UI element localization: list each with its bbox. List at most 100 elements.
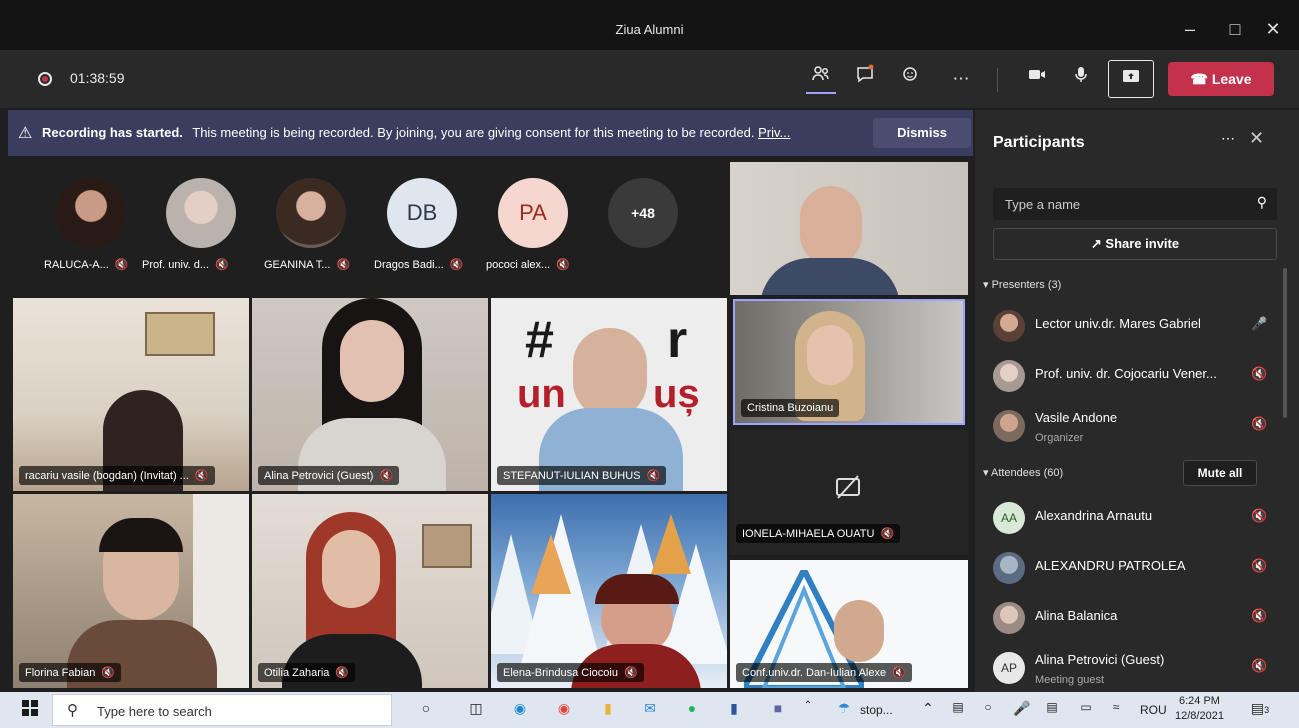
cortana-icon[interactable]: ○ [414, 700, 438, 716]
close-icon[interactable]: ✕ [1258, 14, 1288, 44]
weather-icon[interactable]: ☂ [832, 700, 856, 717]
reactions-icon[interactable] [896, 64, 926, 94]
meeting-toolbar: 01:38:59 ⋯ ☎ Leave [0, 50, 1299, 108]
mic-off-icon[interactable]: 🔇 [1251, 416, 1267, 432]
tile-name: Conf.univ.dr. Dan-Iulian Alexe [742, 667, 887, 679]
camera-icon[interactable] [1022, 64, 1052, 94]
more-participants-badge[interactable]: +48 [608, 178, 678, 248]
tile-name: IONELA-MIHAELA OUATU [742, 528, 875, 540]
participants-title: Participants [993, 134, 1085, 151]
recording-banner-text: Recording has started. This meeting is b… [42, 125, 790, 140]
edge-icon[interactable]: ◉ [508, 700, 532, 717]
sign-text-un: un [517, 372, 566, 416]
video-tile[interactable]: racariu vasile (bogdan) (Invitat) ... 🔇 [13, 298, 249, 491]
battery-icon[interactable]: ▭ [1074, 700, 1098, 714]
word-icon[interactable]: ▮ [722, 700, 746, 717]
avatar-name-text: Prof. univ. d... [142, 259, 210, 271]
mic-off-icon[interactable]: 🔇 [1251, 508, 1267, 524]
participant-search-input[interactable]: Type a name ⚲ [993, 188, 1277, 220]
person-face [834, 600, 884, 662]
chevron-icon[interactable]: ⌃ [796, 700, 820, 711]
avatar[interactable]: PA [498, 178, 568, 248]
close-icon[interactable]: ✕ [1249, 128, 1264, 149]
microphone-icon[interactable] [1066, 64, 1096, 94]
microphone-icon[interactable]: 🎤 [1251, 316, 1267, 332]
chat-icon[interactable] [850, 64, 880, 94]
leave-button-label: Leave [1211, 71, 1252, 87]
video-tile[interactable]: Otilia Zaharia 🔇 [252, 494, 488, 688]
avatar-name-text: pococi alex... [486, 259, 551, 271]
person-face [807, 325, 853, 385]
language-indicator[interactable]: ROU [1140, 703, 1167, 717]
chrome-icon[interactable]: ◉ [552, 700, 576, 717]
privacy-link[interactable]: Priv... [758, 125, 790, 140]
video-tile[interactable]: Florina Fabian 🔇 [13, 494, 249, 688]
tile-name-label: Florina Fabian 🔇 [19, 663, 122, 682]
tray-app-icon[interactable]: ▤ [1040, 700, 1064, 714]
search-placeholder: Type a name [1005, 197, 1081, 212]
leave-button[interactable]: ☎ Leave [1168, 62, 1274, 96]
video-tile[interactable]: Conf.univ.dr. Dan-Iulian Alexe 🔇 [730, 560, 968, 688]
participant-row[interactable]: AP Alina Petrovici (Guest) Meeting guest… [993, 648, 1273, 688]
participant-row[interactable]: Lector univ.dr. Mares Gabriel 🎤 [993, 306, 1273, 346]
avatar-strip: RALUCA-A... 🔇 Prof. univ. d... 🔇 GEANINA T… [8, 160, 728, 294]
avatar-name-text: Dragos Badi... [374, 259, 444, 271]
more-options-icon[interactable]: ⋯ [1221, 130, 1235, 147]
more-options-icon[interactable]: ⋯ [946, 64, 976, 94]
file-explorer-icon[interactable]: ▮ [596, 700, 620, 717]
participants-icon[interactable] [806, 64, 836, 94]
network-tray-icon[interactable]: ○ [976, 700, 1000, 714]
presenters-header[interactable]: ▾ Presenters (3) [983, 278, 1061, 291]
video-tile[interactable]: Elena-Brindusa Ciocoiu 🔇 [491, 494, 727, 688]
mic-off-icon[interactable]: 🔇 [1251, 608, 1267, 624]
video-tile[interactable]: IONELA-MIHAELA OUATU 🔇 [730, 430, 968, 555]
taskbar-clock[interactable]: 6:24 PM 12/8/2021 [1175, 694, 1224, 724]
avatar[interactable]: DB [387, 178, 457, 248]
mute-all-button[interactable]: Mute all [1183, 460, 1257, 486]
minimize-icon[interactable]: – [1175, 14, 1205, 44]
share-screen-button[interactable] [1108, 60, 1154, 98]
participant-row[interactable]: Vasile Andone Organizer 🔇 [993, 406, 1273, 446]
tray-chevron-icon[interactable]: ⌃ [916, 700, 940, 717]
avatar [993, 360, 1025, 392]
participant-row[interactable]: ALEXANDRU PATROLEA 🔇 [993, 548, 1273, 588]
panel-scrollbar[interactable] [1283, 268, 1287, 418]
avatar-initials: PA [519, 200, 547, 225]
avatar[interactable] [276, 178, 346, 248]
spotify-icon[interactable]: ● [680, 700, 704, 716]
dismiss-button[interactable]: Dismiss [873, 118, 971, 148]
taskbar-search-input[interactable]: ⚲ Type here to search [52, 694, 392, 726]
person-torso [760, 258, 900, 295]
mic-off-icon: 🔇 [215, 259, 229, 271]
video-tile[interactable]: Cristina Buzoianu [733, 299, 965, 425]
video-tile[interactable]: Alina Petrovici (Guest) 🔇 [252, 298, 488, 491]
tray-app-icon[interactable]: ▤ [946, 700, 970, 714]
participant-row[interactable]: Alina Balanica 🔇 [993, 598, 1273, 638]
participant-role: Meeting guest [1035, 674, 1105, 686]
share-invite-button[interactable]: ↗ Share invite [993, 228, 1277, 260]
mic-off-icon[interactable]: 🔇 [1251, 658, 1267, 674]
stop-label[interactable]: stop... [860, 703, 893, 717]
windows-start-icon[interactable] [18, 700, 42, 719]
mic-off-icon[interactable]: 🔇 [1251, 558, 1267, 574]
video-tile[interactable]: # r un uș STEFANUT-IULIAN BUHUS 🔇 [491, 298, 727, 491]
video-tile[interactable] [730, 162, 968, 295]
recording-banner-title: Recording has started. [42, 125, 183, 140]
microphone-tray-icon[interactable]: 🎤 [1010, 700, 1034, 717]
participant-row[interactable]: Prof. univ. dr. Cojocariu Vener... 🔇 [993, 356, 1273, 396]
mic-off-icon: 🔇 [892, 667, 906, 679]
avatar[interactable] [166, 178, 236, 248]
task-view-icon[interactable]: ◫ [464, 700, 488, 717]
attendees-header[interactable]: ▾ Attendees (60) [983, 466, 1063, 479]
mail-icon[interactable]: ✉ [638, 700, 662, 717]
wifi-icon[interactable]: ≈ [1104, 700, 1128, 714]
participant-row[interactable]: AA Alexandrina Arnautu 🔇 [993, 498, 1273, 538]
maximize-icon[interactable]: □ [1220, 14, 1250, 44]
person-face [800, 186, 862, 266]
notifications-icon[interactable]: ▤3 [1248, 700, 1272, 717]
mic-off-icon: 🔇 [194, 470, 209, 482]
avatar [993, 552, 1025, 584]
avatar[interactable] [56, 178, 126, 248]
mic-off-icon[interactable]: 🔇 [1251, 366, 1267, 382]
teams-icon[interactable]: ■ [766, 700, 790, 716]
